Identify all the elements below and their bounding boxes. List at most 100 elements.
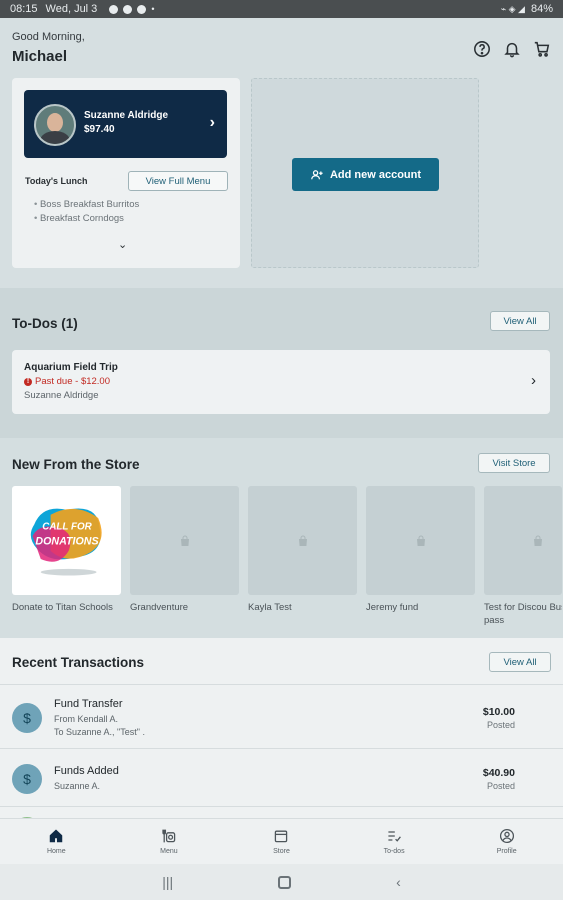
todos-title: To-Dos (1)	[12, 316, 78, 331]
back-icon[interactable]: ‹	[396, 874, 401, 890]
signal-icons: ⌁ ◈ ◢	[500, 3, 525, 14]
bag-icon	[416, 535, 425, 546]
product-tile[interactable]: Jeremy fund	[366, 486, 475, 627]
transaction-title: Funds Added	[54, 765, 119, 777]
transaction-to: To Suzanne A., "Test" .	[54, 727, 145, 737]
transaction-from: From Kendall A.	[54, 714, 119, 724]
todo-status-text: Past due - $12.00	[35, 376, 110, 387]
lunch-title: Today's Lunch	[25, 176, 88, 186]
add-person-icon	[311, 169, 323, 179]
product-tile[interactable]: Grandventure	[130, 486, 239, 627]
user-name: Michael	[12, 48, 68, 65]
lunch-item: Boss Breakfast Burritos	[34, 198, 139, 212]
nav-todos[interactable]: To-dos	[338, 819, 451, 864]
store-title: New From the Store	[12, 457, 140, 472]
donations-art: CALL FOR DONATIONS	[30, 507, 102, 575]
battery-level: 84%	[530, 3, 553, 15]
transaction-amount: $40.90	[482, 767, 515, 779]
recents-icon[interactable]: |||	[162, 874, 173, 890]
transactions-view-all-button[interactable]: View All	[489, 652, 551, 672]
bottom-navigation: Home Menu Store To-dos Profile	[0, 818, 563, 864]
transactions-section: Recent Transactions View All $ Fund Tran…	[0, 638, 563, 847]
help-icon[interactable]	[473, 40, 491, 58]
status-date: Wed, Jul 3	[45, 3, 98, 15]
lunch-item: Breakfast Corndogs	[34, 212, 139, 226]
svg-text:CALL FOR: CALL FOR	[42, 521, 92, 532]
alert-icon: !	[24, 377, 32, 386]
expand-chevron-down-icon[interactable]: ⌄	[118, 238, 127, 251]
nav-todos-label: To-dos	[383, 848, 405, 855]
svg-text:DONATIONS: DONATIONS	[35, 535, 98, 547]
store-section: New From the Store Visit Store CALL FOR …	[0, 438, 563, 638]
transaction-amount: $10.00	[482, 706, 515, 718]
student-name: Suzanne Aldridge	[84, 110, 169, 121]
product-placeholder-image	[484, 486, 562, 595]
notification-bell-icon[interactable]	[503, 40, 521, 58]
profile-icon	[499, 828, 514, 844]
store-products: CALL FOR DONATIONS Donate to Titan Schoo…	[12, 486, 562, 627]
todos-section: To-Dos (1) View All Aquarium Field Trip …	[0, 288, 563, 438]
add-account-area: Add new account	[251, 78, 479, 268]
nav-menu[interactable]: Menu	[113, 819, 226, 864]
product-tile[interactable]: CALL FOR DONATIONS Donate to Titan Schoo…	[12, 486, 121, 627]
home-circle-icon[interactable]	[278, 875, 292, 889]
transaction-status: Posted	[486, 781, 515, 791]
header-section: Good Morning, Michael Suzanne Aldridge $…	[0, 18, 563, 288]
chevron-right-icon: ›	[531, 372, 536, 389]
visit-store-button[interactable]: Visit Store	[478, 453, 550, 473]
nav-home[interactable]: Home	[0, 819, 113, 864]
cart-icon[interactable]	[533, 40, 551, 58]
transaction-row[interactable]	[0, 806, 563, 847]
transaction-status: Posted	[486, 720, 515, 730]
nav-menu-label: Menu	[160, 848, 178, 855]
add-new-account-label: Add new account	[329, 168, 422, 181]
status-time: 08:15	[10, 3, 38, 15]
greeting: Good Morning,	[12, 31, 85, 43]
chevron-right-icon: ›	[209, 114, 215, 131]
product-name: Grandventure	[130, 602, 189, 613]
bag-icon	[298, 535, 307, 546]
nav-profile-label: Profile	[496, 848, 517, 855]
dollar-icon: $	[12, 703, 42, 733]
student-balance-card[interactable]: Suzanne Aldridge $97.40 ›	[24, 90, 227, 158]
product-tile[interactable]: Kayla Test	[248, 486, 357, 627]
todo-student: Suzanne Aldridge	[24, 390, 99, 401]
status-bar: 08:15 Wed, Jul 3 • ⌁ ◈ ◢ 84%	[0, 0, 563, 18]
donations-image: CALL FOR DONATIONS	[12, 486, 121, 595]
nav-profile[interactable]: Profile	[450, 819, 563, 864]
view-full-menu-button[interactable]: View Full Menu	[128, 171, 228, 191]
product-placeholder-image	[366, 486, 475, 595]
nav-store-label: Store	[273, 848, 290, 855]
system-navigation-bar: ||| ‹	[0, 864, 563, 900]
bag-icon	[180, 535, 189, 546]
product-placeholder-image	[130, 486, 239, 595]
product-tile[interactable]: Test for Discou Bus pass	[484, 486, 562, 627]
menu-food-icon	[162, 829, 176, 843]
student-lunch-card: Suzanne Aldridge $97.40 › Today's Lunch …	[12, 78, 240, 268]
lunch-list: Boss Breakfast Burritos Breakfast Corndo…	[34, 198, 139, 226]
transaction-title: Fund Transfer	[54, 698, 123, 710]
transactions-title: Recent Transactions	[12, 655, 145, 670]
transaction-row[interactable]: $ Funds Added Suzanne A. $40.90 Posted	[0, 748, 563, 806]
add-new-account-button[interactable]: Add new account	[292, 158, 439, 191]
dollar-icon: $	[12, 764, 42, 794]
notification-icons: •	[109, 4, 154, 14]
todo-title: Aquarium Field Trip	[24, 362, 118, 373]
student-avatar	[34, 104, 76, 146]
product-name: Test for Discou Bus pass	[484, 602, 562, 626]
checklist-icon	[388, 831, 401, 842]
product-name: Donate to Titan Schools	[12, 602, 113, 613]
nav-store[interactable]: Store	[225, 819, 338, 864]
todo-item[interactable]: Aquarium Field Trip ! Past due - $12.00 S…	[12, 350, 550, 414]
home-icon	[50, 829, 63, 843]
transaction-row[interactable]: $ Fund Transfer From Kendall A. To Suzan…	[0, 684, 563, 748]
todos-view-all-button[interactable]: View All	[490, 311, 550, 331]
todo-status: ! Past due - $12.00	[24, 376, 110, 387]
product-name: Jeremy fund	[366, 602, 419, 613]
transaction-detail: Suzanne A.	[54, 781, 101, 791]
product-name: Kayla Test	[248, 602, 292, 613]
header-actions	[473, 40, 551, 58]
product-placeholder-image	[248, 486, 357, 595]
student-balance: $97.40	[84, 124, 115, 135]
store-icon	[275, 830, 288, 843]
